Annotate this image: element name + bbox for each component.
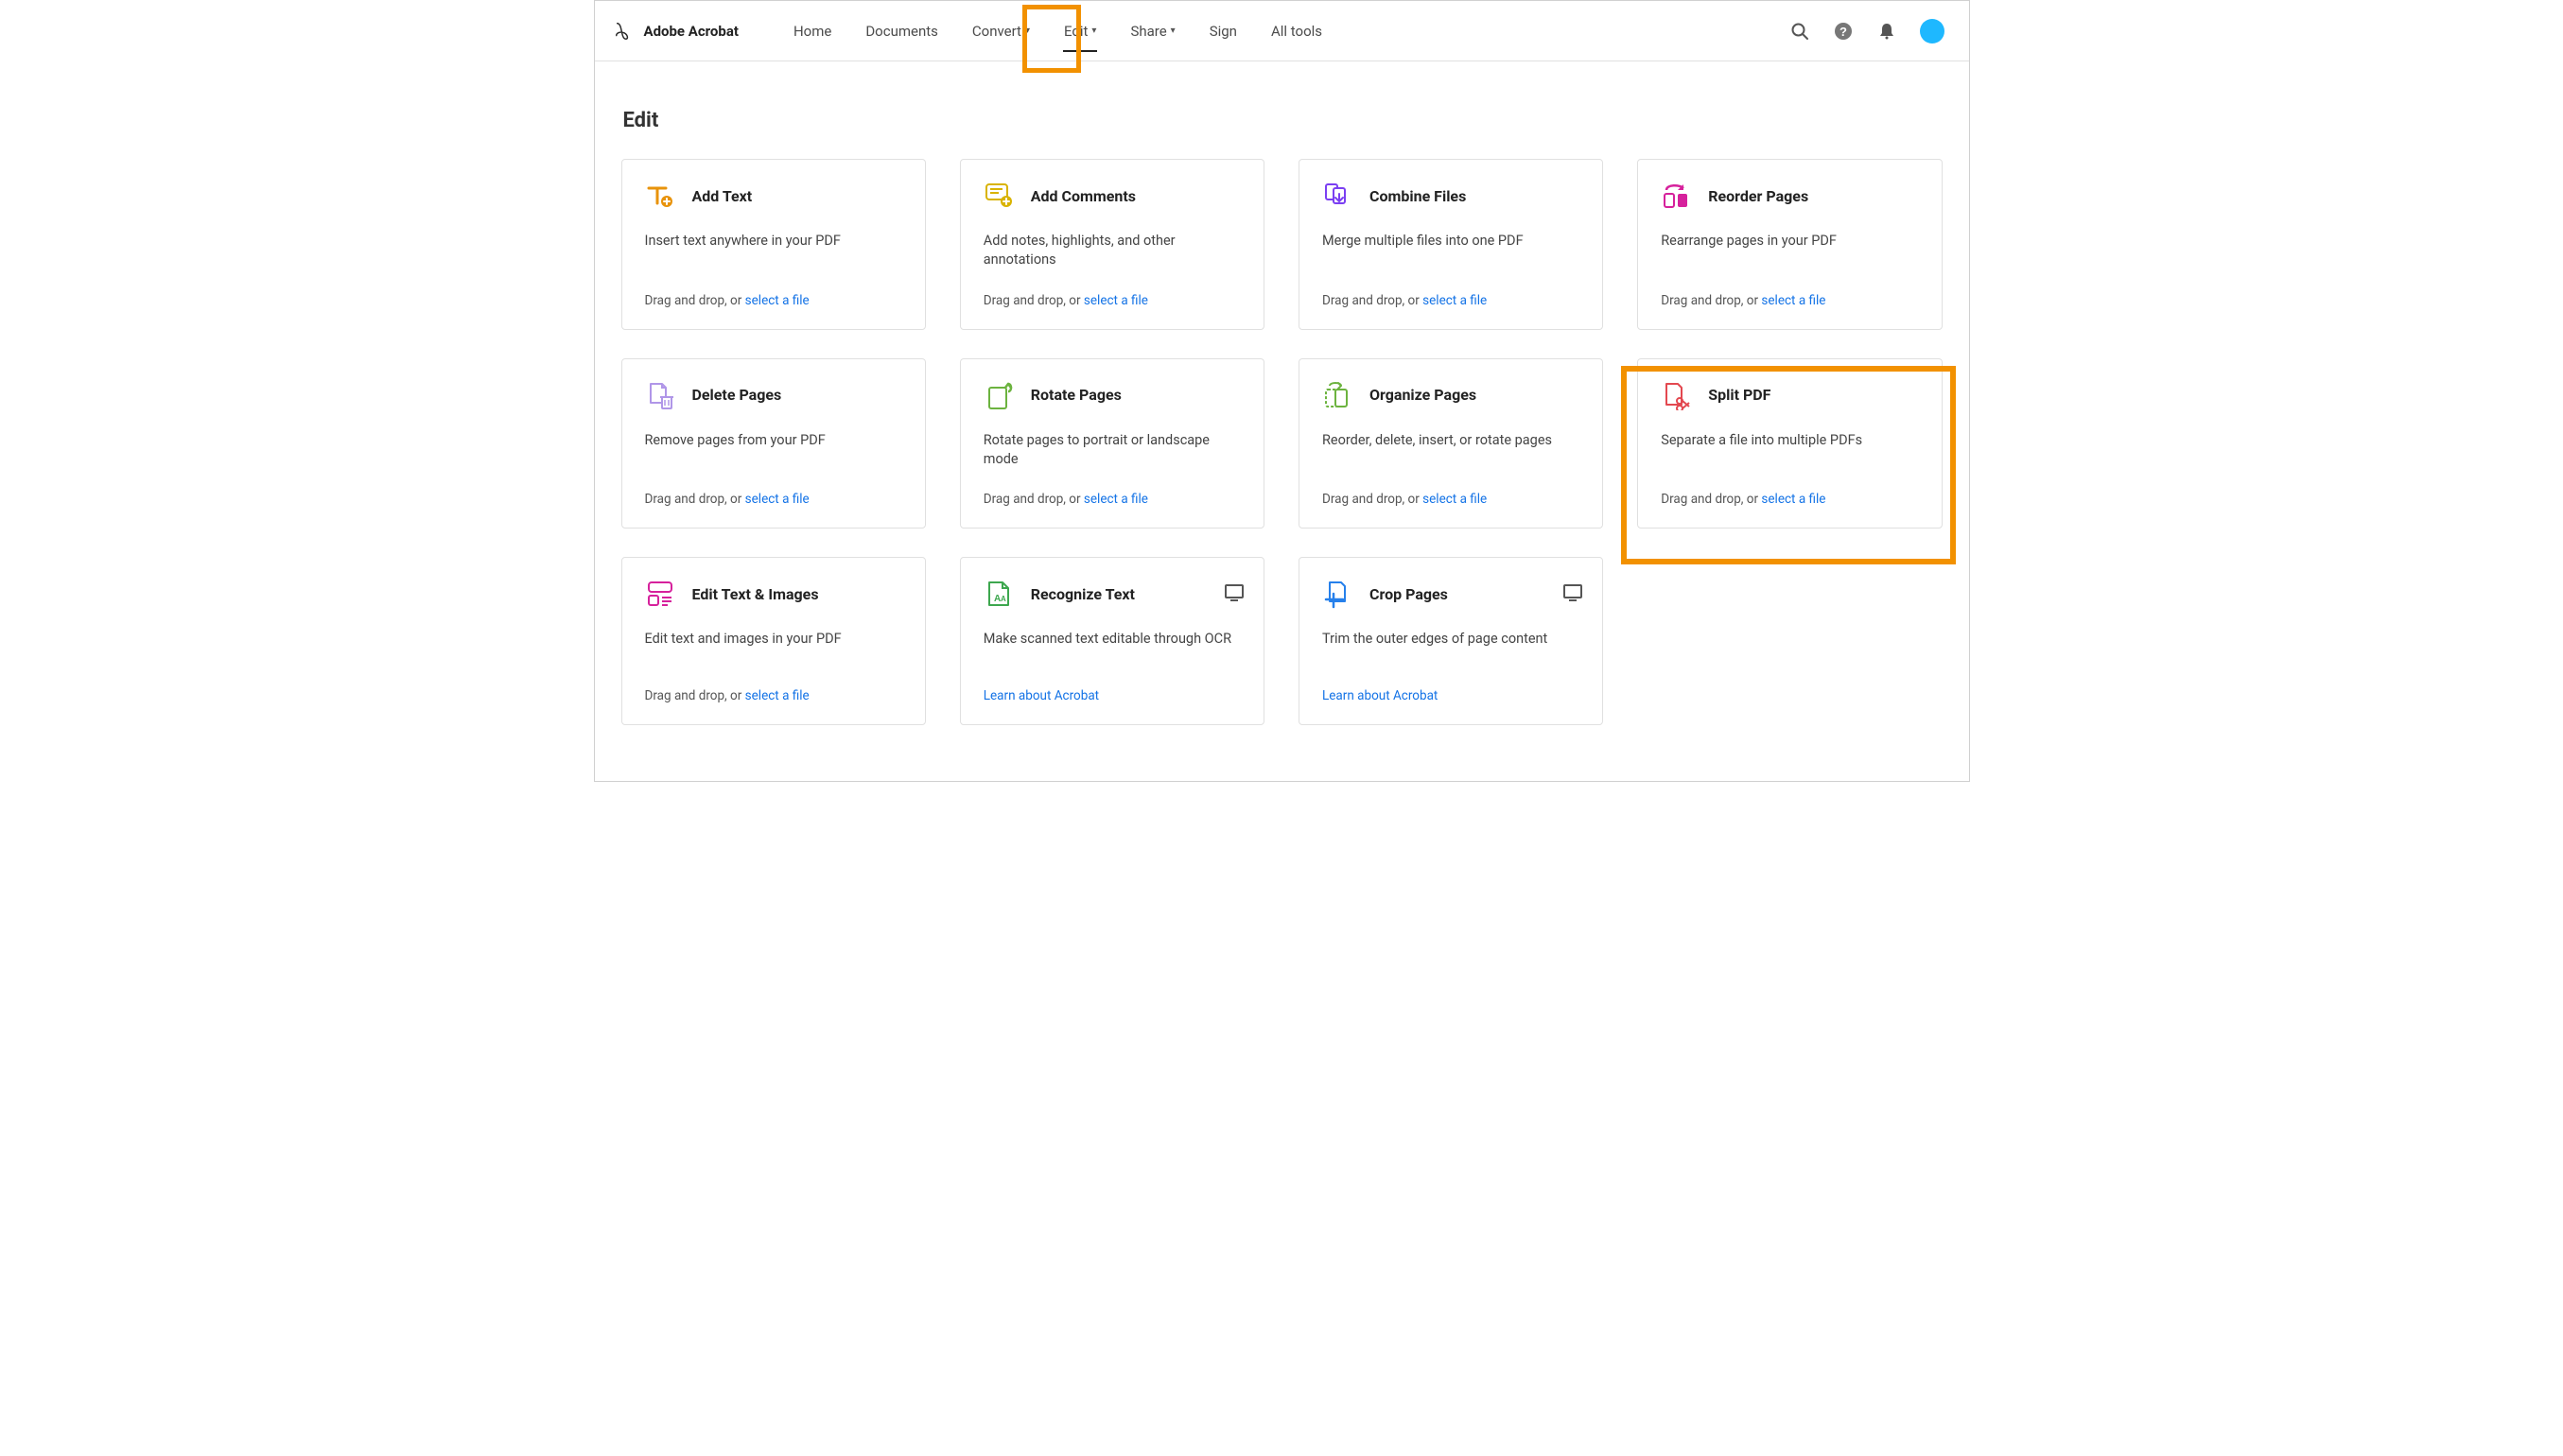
avatar[interactable]	[1920, 19, 1944, 43]
card-desc: Edit text and images in your PDF	[645, 630, 902, 649]
card-title: Add Text	[692, 187, 753, 205]
svg-text:?: ?	[1839, 25, 1847, 39]
main-content: Edit Add Text Insert text anywhere in yo…	[595, 61, 1969, 754]
card-desc: Make scanned text editable through OCR	[984, 630, 1241, 649]
chevron-down-icon: ▾	[1171, 26, 1176, 36]
card-foot: Learn about Acrobat	[984, 688, 1241, 703]
add-text-icon	[645, 181, 675, 211]
select-file-link[interactable]: select a file	[745, 492, 810, 507]
select-file-link[interactable]: select a file	[745, 293, 810, 308]
card-desc: Rearrange pages in your PDF	[1661, 232, 1918, 251]
card-title: Rotate Pages	[1031, 386, 1122, 404]
card-desc: Insert text anywhere in your PDF	[645, 232, 902, 251]
card-desc: Trim the outer edges of page content	[1322, 630, 1579, 649]
select-file-link[interactable]: select a file	[1761, 293, 1825, 308]
card-reorder-pages[interactable]: Reorder Pages Rearrange pages in your PD…	[1637, 159, 1942, 330]
card-foot: Drag and drop, or select a file	[984, 293, 1241, 308]
card-desc: Add notes, highlights, and other annotat…	[984, 232, 1241, 270]
recognize-text-icon: AA	[984, 579, 1014, 609]
card-organize-pages[interactable]: Organize Pages Reorder, delete, insert, …	[1299, 358, 1603, 529]
search-icon[interactable]	[1789, 21, 1810, 42]
select-file-link[interactable]: select a file	[1761, 492, 1825, 507]
crop-pages-icon	[1322, 579, 1352, 609]
rotate-pages-icon	[984, 380, 1014, 410]
nav-share[interactable]: Share▾	[1113, 1, 1192, 61]
edit-text-images-icon	[645, 579, 675, 609]
card-foot: Drag and drop, or select a file	[984, 492, 1241, 507]
card-delete-pages[interactable]: Delete Pages Remove pages from your PDF …	[621, 358, 926, 529]
card-foot: Drag and drop, or select a file	[1322, 492, 1579, 507]
main-nav: Home Documents Convert▾ Edit▾ Share▾ Sig…	[776, 1, 1339, 61]
acrobat-logo-icon	[614, 21, 635, 42]
select-file-link[interactable]: select a file	[1422, 293, 1487, 308]
card-title: Edit Text & Images	[692, 585, 819, 603]
card-split-pdf[interactable]: Split PDF Separate a file into multiple …	[1637, 358, 1942, 529]
card-desc: Reorder, delete, insert, or rotate pages	[1322, 431, 1579, 450]
desktop-icon	[1224, 582, 1245, 603]
card-foot: Drag and drop, or select a file	[1661, 293, 1918, 308]
chevron-down-icon: ▾	[1025, 26, 1030, 36]
card-title: Crop Pages	[1369, 585, 1448, 603]
organize-pages-icon	[1322, 380, 1352, 410]
learn-link[interactable]: Learn about Acrobat	[1322, 688, 1438, 703]
nav-home[interactable]: Home	[776, 1, 848, 61]
add-comments-icon	[984, 181, 1014, 211]
header-actions: ?	[1789, 19, 1944, 43]
card-title: Combine Files	[1369, 187, 1466, 205]
card-foot: Learn about Acrobat	[1322, 688, 1579, 703]
reorder-pages-icon	[1661, 181, 1691, 211]
combine-files-icon	[1322, 181, 1352, 211]
nav-documents[interactable]: Documents	[848, 1, 955, 61]
card-foot: Drag and drop, or select a file	[1322, 293, 1579, 308]
card-title: Recognize Text	[1031, 585, 1135, 603]
help-icon[interactable]: ?	[1833, 21, 1854, 42]
select-file-link[interactable]: select a file	[1084, 492, 1148, 507]
top-header: Adobe Acrobat Home Documents Convert▾ Ed…	[595, 1, 1969, 61]
page-title: Edit	[623, 109, 1943, 132]
card-combine-files[interactable]: Combine Files Merge multiple files into …	[1299, 159, 1603, 330]
card-edit-text-images[interactable]: Edit Text & Images Edit text and images …	[621, 557, 926, 725]
desktop-icon	[1562, 582, 1583, 603]
card-title: Add Comments	[1031, 187, 1136, 205]
card-desc: Merge multiple files into one PDF	[1322, 232, 1579, 251]
card-title: Delete Pages	[692, 386, 782, 404]
card-add-text[interactable]: Add Text Insert text anywhere in your PD…	[621, 159, 926, 330]
nav-sign[interactable]: Sign	[1193, 1, 1254, 61]
learn-link[interactable]: Learn about Acrobat	[984, 688, 1099, 703]
card-desc: Separate a file into multiple PDFs	[1661, 431, 1918, 450]
select-file-link[interactable]: select a file	[1422, 492, 1487, 507]
card-desc: Remove pages from your PDF	[645, 431, 902, 450]
split-pdf-icon	[1661, 380, 1691, 410]
svg-text:A: A	[1001, 595, 1006, 603]
card-foot: Drag and drop, or select a file	[645, 293, 902, 308]
nav-edit[interactable]: Edit▾	[1047, 1, 1113, 61]
card-grid: Add Text Insert text anywhere in your PD…	[621, 159, 1943, 725]
card-recognize-text[interactable]: AA Recognize Text Make scanned text edit…	[960, 557, 1264, 725]
card-title: Organize Pages	[1369, 386, 1476, 404]
card-desc: Rotate pages to portrait or landscape mo…	[984, 431, 1241, 470]
select-file-link[interactable]: select a file	[1084, 293, 1148, 308]
empty-cell	[1637, 557, 1942, 725]
nav-convert[interactable]: Convert▾	[955, 1, 1047, 61]
card-foot: Drag and drop, or select a file	[645, 492, 902, 507]
card-foot: Drag and drop, or select a file	[1661, 492, 1918, 507]
card-add-comments[interactable]: Add Comments Add notes, highlights, and …	[960, 159, 1264, 330]
bell-icon[interactable]	[1876, 21, 1897, 42]
card-foot: Drag and drop, or select a file	[645, 688, 902, 703]
select-file-link[interactable]: select a file	[745, 688, 810, 703]
chevron-down-icon: ▾	[1091, 26, 1096, 36]
card-rotate-pages[interactable]: Rotate Pages Rotate pages to portrait or…	[960, 358, 1264, 529]
card-crop-pages[interactable]: Crop Pages Trim the outer edges of page …	[1299, 557, 1603, 725]
card-title: Split PDF	[1708, 386, 1770, 404]
brand: Adobe Acrobat	[614, 21, 739, 42]
card-title: Reorder Pages	[1708, 187, 1808, 205]
brand-name: Adobe Acrobat	[644, 23, 739, 40]
delete-pages-icon	[645, 380, 675, 410]
nav-all-tools[interactable]: All tools	[1254, 1, 1339, 61]
